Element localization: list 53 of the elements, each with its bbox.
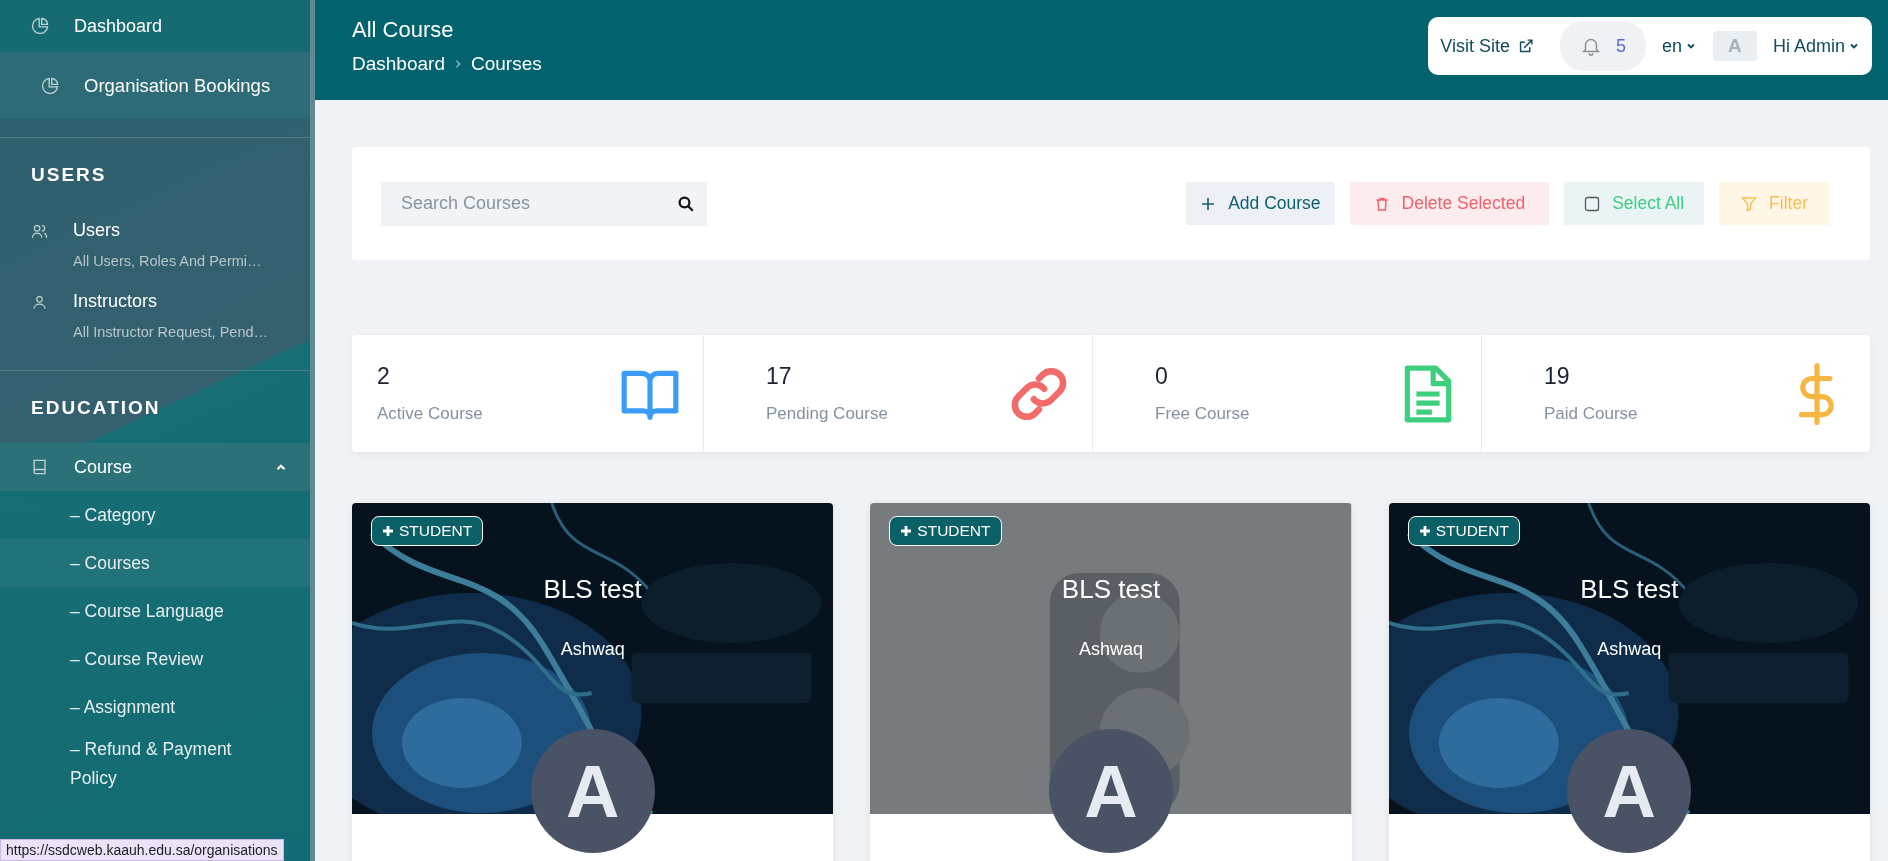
pie-chart-icon <box>30 16 50 36</box>
visit-site-link[interactable]: Visit Site <box>1440 35 1544 57</box>
course-card[interactable]: STUDENT BLS test Ashwaq A <box>1388 503 1870 861</box>
user-icon <box>30 293 49 312</box>
course-card[interactable]: STUDENT BLS test Ashwaq A <box>352 503 834 861</box>
add-button[interactable]: Add Course <box>1186 182 1335 225</box>
stat-value: 2 <box>377 363 391 390</box>
status-url: https://ssdcweb.kaauh.edu.sa/organisations <box>0 839 284 861</box>
instructor-name: Ashwaq <box>1597 639 1662 660</box>
sidebar-item[interactable]: Organisation Bookings <box>0 52 310 119</box>
plus-icon <box>1200 195 1217 212</box>
users-icon <box>30 222 49 241</box>
student-badge: STUDENT <box>371 516 484 546</box>
student-badge: STUDENT <box>889 516 1002 546</box>
filter-icon <box>1741 195 1758 212</box>
student-badge: STUDENT <box>1407 516 1520 546</box>
sidebar-link[interactable]: Instructors <box>73 291 269 312</box>
sidebar-link[interactable]: Users <box>73 220 262 241</box>
pie-chart-icon <box>40 75 60 96</box>
stat-label: Paid Course <box>1544 404 1638 424</box>
submenu-item[interactable]: – Courses <box>0 539 310 587</box>
checkbox-icon <box>1584 195 1601 212</box>
course-title: BLS test <box>1580 574 1679 605</box>
search-icon[interactable] <box>677 194 695 213</box>
language-dropdown[interactable]: en <box>1661 35 1697 57</box>
submenu-item[interactable]: – Course Review <box>0 635 310 683</box>
instructor-name: Ashwaq <box>560 639 625 660</box>
search-field[interactable]: Search Courses <box>381 181 707 226</box>
stat-value: 0 <box>1155 363 1169 390</box>
instructor-name: Ashwaq <box>1078 639 1143 660</box>
course-title: BLS test <box>543 574 642 605</box>
sidebar-subtitle: All Instructor Request, Pend… <box>73 324 269 340</box>
course-card[interactable]: STUDENT BLS test Ashwaq A <box>870 503 1352 861</box>
breadcrumb-link[interactable]: Dashboard <box>352 53 445 75</box>
stat-label: Pending Course <box>766 404 888 424</box>
course-title: BLS test <box>1061 574 1161 605</box>
submenu-item[interactable]: – Course Language <box>0 587 310 635</box>
section-heading: USERS <box>30 163 108 187</box>
submenu-item[interactable]: – Refund & Payment Policy <box>0 731 310 793</box>
submenu-item[interactable]: – Assignment <box>0 683 310 731</box>
page-title: All Course <box>352 17 455 43</box>
submenu-item[interactable]: – Category <box>0 491 310 539</box>
notification-button[interactable]: 5 <box>1559 21 1646 71</box>
sidebar-item[interactable]: Course <box>0 443 310 491</box>
stat-value: 17 <box>766 363 793 390</box>
stat-value: 19 <box>1544 363 1571 390</box>
sidebar-item[interactable]: Dashboard <box>0 0 310 52</box>
stat-label: Active Course <box>377 404 483 424</box>
sidebar-subtitle: All Users, Roles And Permi… <box>73 253 262 269</box>
section-heading: EDUCATION <box>30 396 162 420</box>
breadcrumb-link[interactable]: Courses <box>470 53 542 75</box>
stat-label: Free Course <box>1155 404 1250 424</box>
user-menu[interactable]: Hi Admin <box>1772 35 1860 57</box>
